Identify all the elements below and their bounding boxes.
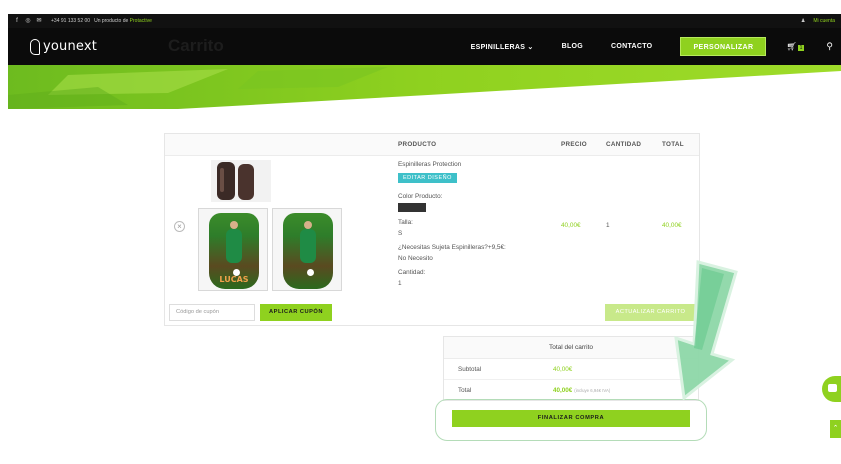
scroll-top-icon[interactable]: ⌃: [830, 420, 841, 438]
subtotal-value: 40,00€: [553, 366, 573, 373]
col-header-total: TOTAL: [662, 141, 684, 148]
user-icon: ♟: [800, 18, 806, 24]
col-header-quantity: CANTIDAD: [606, 141, 642, 148]
item-quantity-input[interactable]: 1: [606, 222, 610, 229]
coupon-input[interactable]: Código de cupón: [169, 304, 255, 321]
hero-banner: [8, 65, 841, 113]
personalize-button[interactable]: PERSONALIZAR: [680, 37, 767, 56]
col-header-product: PRODUCTO: [398, 141, 437, 148]
color-label: Color Producto:: [398, 193, 443, 200]
nav-item-espinilleras[interactable]: ESPINILLERAS ⌄: [471, 43, 534, 51]
nav-menu: ESPINILLERAS ⌄ BLOG CONTACTO PERSONALIZA…: [471, 28, 833, 65]
instagram-icon[interactable]: ◎: [25, 18, 31, 24]
cart-table: PRODUCTO PRECIO CANTIDAD TOTAL × LUCAS E…: [164, 133, 700, 326]
size-label: Talla:: [398, 219, 413, 226]
product-of-brand-link[interactable]: Protactive: [130, 18, 152, 24]
subtotal-label: Subtotal: [458, 366, 482, 373]
product-name-link[interactable]: Espinilleras Protection: [398, 161, 461, 168]
color-swatch: [398, 203, 426, 212]
item-price: 40,00€: [561, 222, 581, 229]
guard-name-text: LUCAS: [219, 275, 249, 284]
facebook-icon[interactable]: f: [14, 18, 20, 24]
design-preview-right[interactable]: [272, 208, 342, 291]
design-preview-left[interactable]: LUCAS: [198, 208, 268, 291]
shin-guard-design: LUCAS: [209, 213, 259, 289]
mail-icon[interactable]: ✉: [36, 18, 42, 24]
total-value-wrap: 40,00€ (incluye 6,94€ IVA): [553, 387, 610, 394]
nav-item-contacto[interactable]: CONTACTO: [611, 43, 652, 50]
strap-label: ¿Necesitas Sujeta Espinilleras?+9,5€:: [398, 244, 506, 251]
product-image[interactable]: [211, 160, 271, 202]
product-of-label: Un producto de Protactive: [94, 18, 152, 24]
apply-coupon-button[interactable]: APLICAR CUPÓN: [260, 304, 332, 321]
arrow-down-icon: [674, 260, 738, 400]
top-bar: f ◎ ✉ +34 91 133 52 00 Un producto de Pr…: [8, 14, 841, 28]
account-link[interactable]: Mi cuenta: [813, 18, 835, 24]
product-of-prefix: Un producto de: [94, 18, 129, 24]
logo-text: younext: [43, 39, 98, 54]
edit-design-button[interactable]: EDITAR DISEÑO: [398, 173, 457, 183]
qty-value: 1: [398, 280, 402, 287]
total-value: 40,00€: [553, 387, 573, 394]
nav-item-blog[interactable]: BLOG: [562, 43, 583, 50]
total-label: Total: [458, 387, 472, 394]
remove-item-button[interactable]: ×: [174, 221, 185, 232]
size-value: S: [398, 230, 403, 237]
cart-icon[interactable]: 🛒︎ 1: [786, 42, 805, 51]
item-total: 40,00€: [662, 222, 682, 229]
chat-icon[interactable]: [822, 376, 841, 402]
phone-number[interactable]: +34 91 133 52 00: [51, 18, 90, 24]
logo[interactable]: younext: [30, 38, 98, 55]
main-nav: younext Carrito ESPINILLERAS ⌄ BLOG CONT…: [8, 28, 841, 65]
strap-value: No Necesito: [398, 255, 433, 262]
checkout-button[interactable]: FINALIZAR COMPRA: [452, 410, 690, 427]
logo-mark-icon: [30, 38, 40, 55]
col-header-price: PRECIO: [561, 141, 587, 148]
search-icon[interactable]: ⚲: [826, 41, 833, 52]
qty-label: Cantidad:: [398, 269, 426, 276]
shin-guard-design: [283, 213, 333, 289]
total-tax-note: (incluye 6,94€ IVA): [574, 388, 611, 393]
cart-count-badge: 1: [797, 45, 805, 51]
page-title: Carrito: [168, 36, 224, 55]
